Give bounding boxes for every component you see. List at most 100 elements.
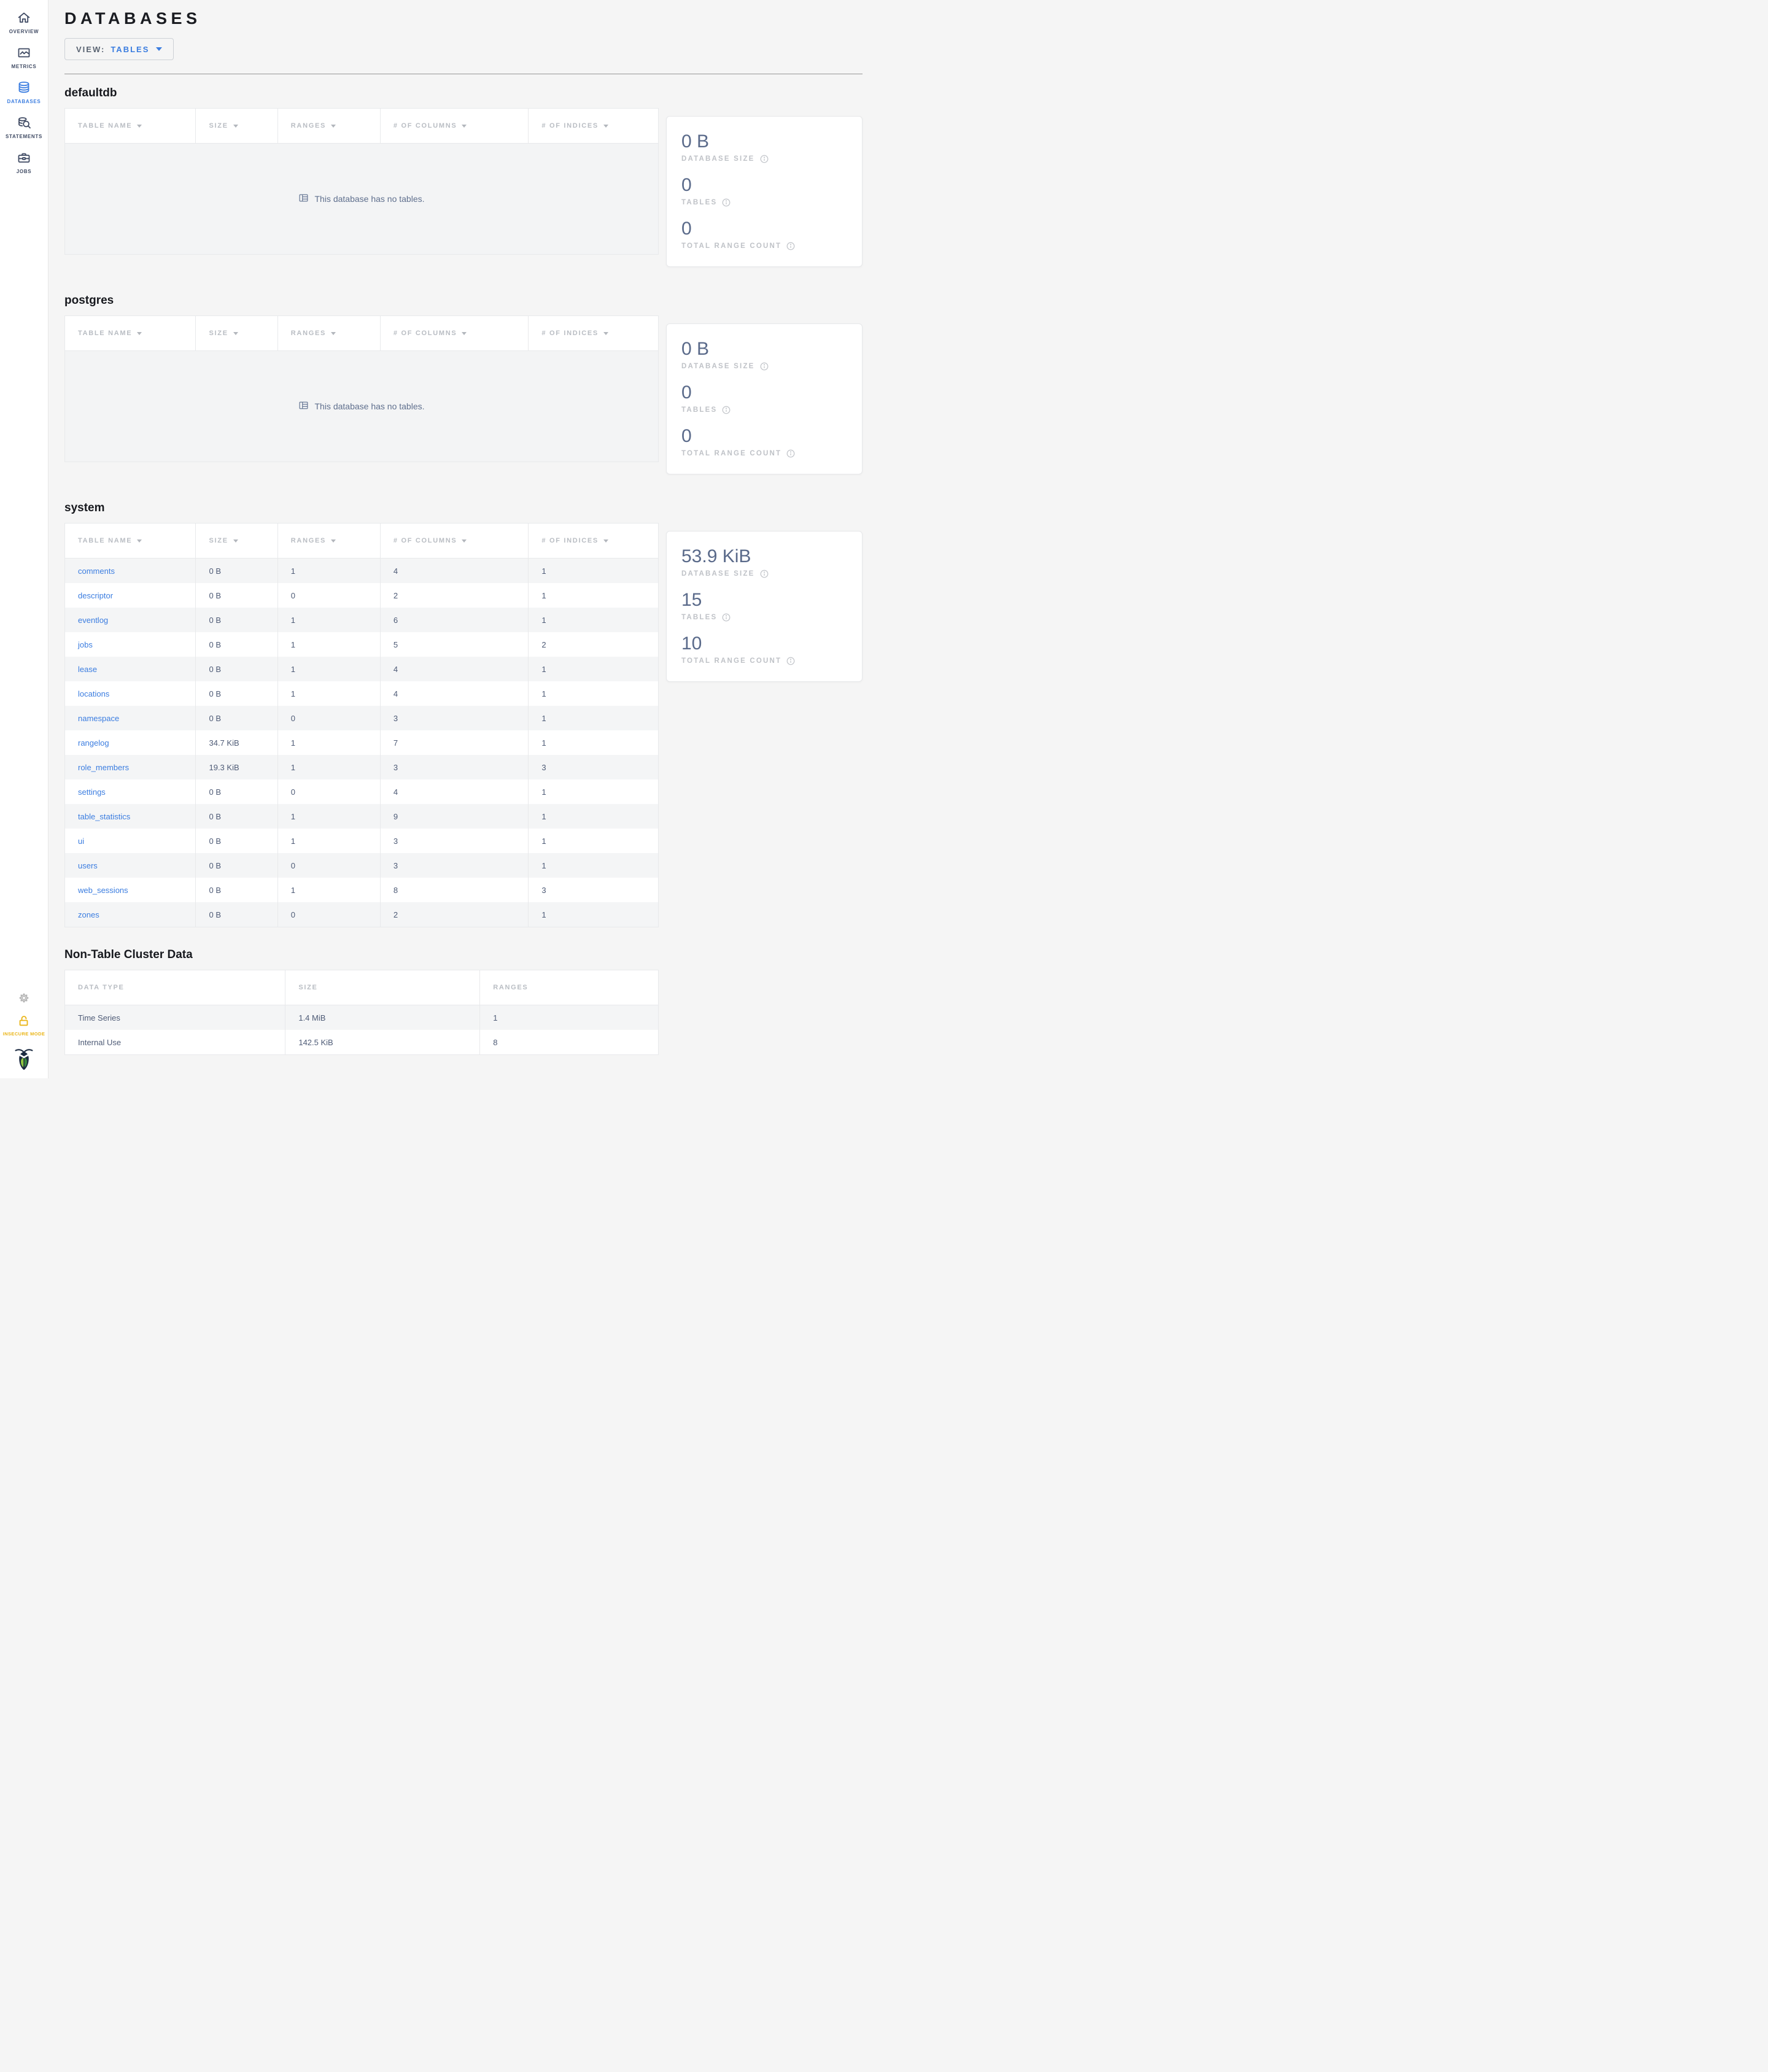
main-content: DATABASES VIEW: TABLES defaultdb TABLE NA… (48, 0, 884, 1078)
table-cell-ranges: 1 (278, 632, 381, 657)
info-icon[interactable] (722, 198, 731, 207)
table-cell-columns: 3 (381, 706, 529, 730)
sort-caret-icon (603, 539, 608, 543)
settings-button[interactable] (17, 991, 31, 1005)
table-name-link[interactable]: locations (78, 689, 109, 698)
column-header-ranges[interactable]: RANGES (277, 109, 381, 144)
table-cell-name: jobs (65, 632, 196, 657)
column-header-label: # OF COLUMNS (393, 122, 457, 130)
table-cell-ranges: 1 (278, 878, 381, 902)
table-cell-ranges: 1 (278, 829, 381, 853)
table-name-link[interactable]: descriptor (78, 591, 113, 600)
column-header-label: # OF INDICES (541, 122, 599, 130)
column-header-ranges[interactable]: RANGES (277, 524, 381, 559)
column-header-table-name[interactable]: TABLE NAME (65, 316, 196, 351)
ranges-cell: 1 (493, 1013, 498, 1022)
metrics-icon (17, 45, 31, 60)
sort-caret-icon (603, 331, 608, 335)
table-name-link[interactable]: table_statistics (78, 812, 130, 821)
table-row: rangelog 34.7 KiB 1 7 1 (65, 730, 658, 755)
table-cell-columns: 3 (381, 829, 529, 853)
table-name-link[interactable]: lease (78, 665, 97, 674)
table-name-link[interactable]: role_members (78, 763, 129, 772)
info-icon[interactable] (760, 362, 769, 371)
info-icon[interactable] (722, 406, 731, 414)
table-name-link[interactable]: eventlog (78, 616, 108, 625)
table-name-link[interactable]: zones (78, 910, 99, 919)
stat-label: TABLES (681, 198, 847, 207)
table-name-link[interactable]: namespace (78, 714, 119, 723)
table-cell-name: zones (65, 902, 196, 927)
statements-icon (17, 115, 31, 130)
table-name-link[interactable]: jobs (78, 640, 93, 649)
table-name-link[interactable]: users (78, 861, 98, 870)
column-header-of-columns[interactable]: # OF COLUMNS (380, 524, 529, 559)
stat-value: 0 (681, 426, 692, 446)
column-header-ranges[interactable]: RANGES (277, 316, 381, 351)
table-cell-ranges: 1 (278, 804, 381, 829)
table-body: Time Series 1.4 MiB 1 Internal Use 142.5 KiB… (65, 1005, 658, 1054)
database-stats-card: 0 B DATABASE SIZE 0 TABLES 0 TOTAL RANGE COUN… (666, 116, 863, 267)
table-cell-size: 34.7 KiB (196, 730, 278, 755)
stat-value: 0 (681, 218, 692, 239)
column-header-label: RANGES (290, 122, 327, 130)
column-header-of-indices[interactable]: # OF INDICES (529, 316, 658, 351)
table-name-link[interactable]: web_sessions (78, 886, 128, 895)
table-cell-name: lease (65, 657, 196, 681)
table-name-link[interactable]: settings (78, 787, 106, 797)
column-header-of-columns[interactable]: # OF COLUMNS (380, 109, 529, 144)
table-cell-size: 0 B (196, 583, 278, 608)
table-cell-indices: 1 (541, 566, 546, 576)
stat-value: 15 (681, 590, 702, 610)
table-cell-indices: 1 (541, 910, 546, 919)
database-section-system: system TABLE NAME SIZE RANGES # OF COLUMNS # … (64, 501, 884, 927)
sort-caret-icon (462, 331, 467, 335)
table-cell-ranges: 1 (278, 730, 381, 755)
column-header-table-name[interactable]: TABLE NAME (65, 109, 196, 144)
info-icon[interactable] (760, 155, 769, 163)
table-cell-name: eventlog (65, 608, 196, 632)
table-cell-indices: 1 (541, 787, 546, 797)
info-icon[interactable] (786, 449, 795, 458)
table-name-link[interactable]: comments (78, 566, 115, 576)
info-icon[interactable] (760, 570, 769, 578)
column-header-label: # OF INDICES (541, 330, 599, 337)
table-cell-columns: 9 (381, 804, 529, 829)
size-cell: 1.4 MiB (285, 1005, 481, 1030)
table-name-link[interactable]: ui (78, 837, 84, 846)
table-grid-icon (298, 193, 309, 205)
sort-caret-icon (331, 539, 336, 543)
table-cell-size: 0 B (196, 829, 278, 853)
database-name: system (64, 501, 105, 514)
sidebar-item-databases[interactable]: DATABASES (0, 78, 48, 104)
column-header-size[interactable]: SIZE (196, 524, 278, 559)
sidebar-item-overview[interactable]: OVERVIEW (0, 8, 48, 34)
view-selector-dropdown[interactable]: VIEW: TABLES (64, 38, 174, 60)
table-cell-name: descriptor (65, 583, 196, 608)
table-row: namespace 0 B03 1 (65, 706, 658, 730)
info-icon[interactable] (786, 242, 795, 250)
table-row: zones 0 B02 1 (65, 902, 658, 927)
insecure-mode-label: INSECURE MODE (2, 1031, 45, 1037)
sidebar: OVERVIEW METRICS DATABASES STATEMENTS JO… (0, 0, 48, 1078)
sidebar-item-metrics[interactable]: METRICS (0, 43, 48, 69)
table-cell-size: 0 B (196, 902, 278, 927)
column-header-size[interactable]: SIZE (196, 316, 278, 351)
table-row: lease 0 B141 (65, 657, 658, 681)
table-name-link[interactable]: rangelog (78, 738, 109, 748)
total-range-count-stat: 10 TOTAL RANGE COUNT (681, 633, 847, 665)
sidebar-item-statements[interactable]: STATEMENTS (0, 113, 48, 139)
table-cell-name: role_members (65, 755, 196, 779)
info-icon[interactable] (786, 657, 795, 665)
table-cell-columns: 6 (381, 608, 529, 632)
column-header-table-name[interactable]: TABLE NAME (65, 524, 196, 559)
table-cell-ranges: 1 (278, 755, 381, 779)
info-icon[interactable] (722, 613, 731, 622)
column-header-label: SIZE (209, 537, 228, 544)
column-header-size[interactable]: SIZE (196, 109, 278, 144)
column-header-of-indices[interactable]: # OF INDICES (529, 524, 658, 559)
column-header-of-indices[interactable]: # OF INDICES (529, 109, 658, 144)
column-header-of-columns[interactable]: # OF COLUMNS (380, 316, 529, 351)
empty-state: This database has no tables. (65, 144, 658, 254)
sidebar-item-jobs[interactable]: JOBS (0, 148, 48, 174)
